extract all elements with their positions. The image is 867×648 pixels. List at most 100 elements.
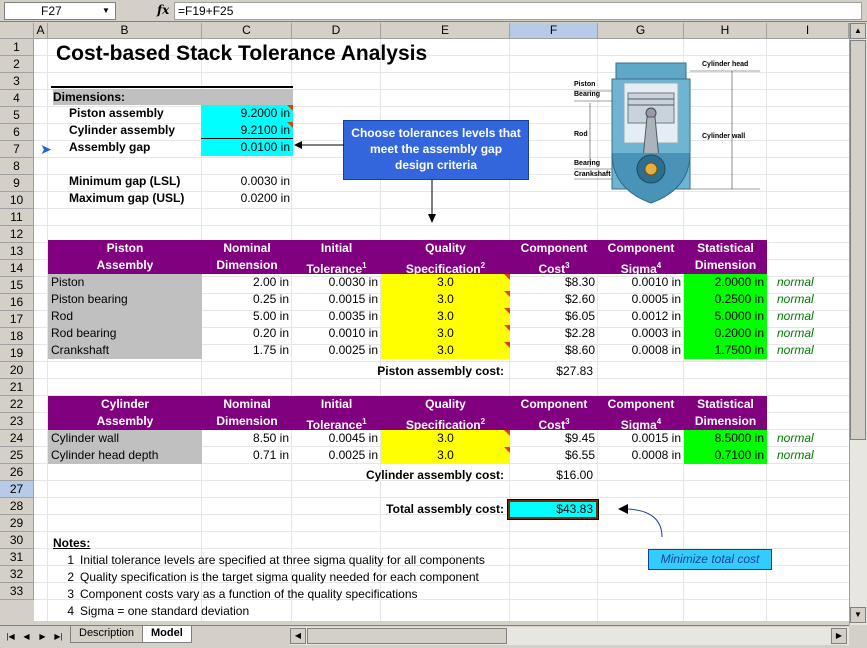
nominal-dimension[interactable]: 8.50 in	[202, 430, 292, 447]
vertical-scrollbar[interactable]: ▲ ▼	[849, 23, 867, 625]
initial-tolerance[interactable]: 0.0025 in	[292, 447, 381, 464]
initial-tolerance[interactable]: 0.0035 in	[292, 308, 381, 325]
piston-assembly-cost-value[interactable]: $27.83	[509, 363, 596, 380]
column-header-h[interactable]: H	[684, 23, 767, 39]
row-header-30[interactable]: 30	[0, 532, 34, 549]
column-header-f[interactable]: F	[510, 23, 598, 39]
cylinder-assembly-cost-value[interactable]: $16.00	[509, 467, 596, 484]
component-sigma[interactable]: 0.0015 in	[598, 430, 684, 447]
quality-spec-input[interactable]: 3.0	[381, 274, 510, 291]
component-sigma[interactable]: 0.0008 in	[598, 342, 684, 359]
component-cost[interactable]: $9.45	[510, 430, 598, 447]
row-header-20[interactable]: 20	[0, 362, 34, 379]
row-header-32[interactable]: 32	[0, 566, 34, 583]
piston-assembly-value[interactable]: 9.2000 in	[201, 105, 293, 122]
column-header-e[interactable]: E	[381, 23, 510, 39]
statistical-dimension[interactable]: 0.2500 in	[684, 291, 767, 308]
total-assembly-cost-value[interactable]: $43.83	[507, 499, 599, 520]
horizontal-scrollbar[interactable]: ◀ ▶	[290, 627, 849, 645]
component-sigma[interactable]: 0.0012 in	[598, 308, 684, 325]
tab-model[interactable]: Model	[142, 626, 192, 643]
quality-spec-input[interactable]: 3.0	[381, 308, 510, 325]
row-header-13[interactable]: 13	[0, 243, 34, 260]
cylinder-assembly-value[interactable]: 9.2100 in	[201, 122, 293, 139]
row-header-25[interactable]: 25	[0, 447, 34, 464]
statistical-dimension[interactable]: 1.7500 in	[684, 342, 767, 359]
statistical-dimension[interactable]: 0.2000 in	[684, 325, 767, 342]
minimum-gap-value[interactable]: 0.0030 in	[201, 173, 293, 190]
component-sigma[interactable]: 0.0005 in	[598, 291, 684, 308]
chevron-down-icon[interactable]: ▼	[99, 5, 113, 17]
row-header-7[interactable]: 7	[0, 141, 34, 158]
row-header-18[interactable]: 18	[0, 328, 34, 345]
nominal-dimension[interactable]: 1.75 in	[202, 342, 292, 359]
component-sigma[interactable]: 0.0008 in	[598, 447, 684, 464]
row-header-17[interactable]: 17	[0, 311, 34, 328]
assembly-gap-value[interactable]: 0.0100 in	[201, 139, 293, 156]
component-cost[interactable]: $8.60	[510, 342, 598, 359]
row-header-8[interactable]: 8	[0, 158, 34, 175]
row-header-14[interactable]: 14	[0, 260, 34, 277]
nominal-dimension[interactable]: 2.00 in	[202, 274, 292, 291]
row-header-21[interactable]: 21	[0, 379, 34, 396]
function-icon[interactable]: fx	[157, 3, 169, 17]
component-cost[interactable]: $2.60	[510, 291, 598, 308]
row-header-19[interactable]: 19	[0, 345, 34, 362]
row-header-11[interactable]: 11	[0, 209, 34, 226]
row-header-29[interactable]: 29	[0, 515, 34, 532]
component-cost[interactable]: $8.30	[510, 274, 598, 291]
statistical-dimension[interactable]: 8.5000 in	[684, 430, 767, 447]
row-header-33[interactable]: 33	[0, 583, 34, 600]
quality-spec-input[interactable]: 3.0	[381, 325, 510, 342]
row-header-24[interactable]: 24	[0, 430, 34, 447]
quality-spec-input[interactable]: 3.0	[381, 342, 510, 359]
column-header-i[interactable]: I	[767, 23, 849, 39]
row-header-9[interactable]: 9	[0, 175, 34, 192]
hscroll-thumb[interactable]	[307, 628, 507, 644]
row-header-4[interactable]: 4	[0, 90, 34, 107]
component-cost[interactable]: $6.55	[510, 447, 598, 464]
scroll-right-icon[interactable]: ▶	[831, 628, 847, 644]
nominal-dimension[interactable]: 0.25 in	[202, 291, 292, 308]
statistical-dimension[interactable]: 2.0000 in	[684, 274, 767, 291]
row-header-3[interactable]: 3	[0, 73, 34, 90]
initial-tolerance[interactable]: 0.0010 in	[292, 325, 381, 342]
next-sheet-icon[interactable]: ▶	[36, 629, 49, 644]
scroll-down-icon[interactable]: ▼	[850, 607, 866, 623]
statistical-dimension[interactable]: 0.7100 in	[684, 447, 767, 464]
component-cost[interactable]: $2.28	[510, 325, 598, 342]
nominal-dimension[interactable]: 0.71 in	[202, 447, 292, 464]
initial-tolerance[interactable]: 0.0045 in	[292, 430, 381, 447]
row-header-2[interactable]: 2	[0, 56, 34, 73]
row-header-15[interactable]: 15	[0, 277, 34, 294]
tab-description[interactable]: Description	[70, 626, 144, 643]
initial-tolerance[interactable]: 0.0030 in	[292, 274, 381, 291]
row-header-6[interactable]: 6	[0, 124, 34, 141]
initial-tolerance[interactable]: 0.0025 in	[292, 342, 381, 359]
row-header-27[interactable]: 27	[0, 481, 34, 498]
scrollbar-thumb[interactable]	[850, 40, 866, 440]
formula-input[interactable]: =F19+F25	[174, 2, 862, 20]
component-cost[interactable]: $6.05	[510, 308, 598, 325]
row-header-5[interactable]: 5	[0, 107, 34, 124]
column-header-a[interactable]: A	[34, 23, 48, 39]
scroll-left-icon[interactable]: ◀	[290, 628, 306, 644]
maximum-gap-value[interactable]: 0.0200 in	[201, 190, 293, 207]
prev-sheet-icon[interactable]: ◀	[20, 629, 33, 644]
component-sigma[interactable]: 0.0003 in	[598, 325, 684, 342]
last-sheet-icon[interactable]: ▶|	[52, 629, 65, 644]
quality-spec-input[interactable]: 3.0	[381, 430, 510, 447]
worksheet-grid[interactable]: Cost-based Stack Tolerance Analysis Dime…	[34, 39, 849, 621]
row-header-26[interactable]: 26	[0, 464, 34, 481]
scroll-up-icon[interactable]: ▲	[850, 23, 866, 39]
row-header-1[interactable]: 1	[0, 39, 34, 56]
first-sheet-icon[interactable]: |◀	[4, 629, 17, 644]
column-header-c[interactable]: C	[202, 23, 292, 39]
statistical-dimension[interactable]: 5.0000 in	[684, 308, 767, 325]
quality-spec-input[interactable]: 3.0	[381, 447, 510, 464]
row-header-10[interactable]: 10	[0, 192, 34, 209]
component-sigma[interactable]: 0.0010 in	[598, 274, 684, 291]
row-header-31[interactable]: 31	[0, 549, 34, 566]
row-header-28[interactable]: 28	[0, 498, 34, 515]
row-header-22[interactable]: 22	[0, 396, 34, 413]
